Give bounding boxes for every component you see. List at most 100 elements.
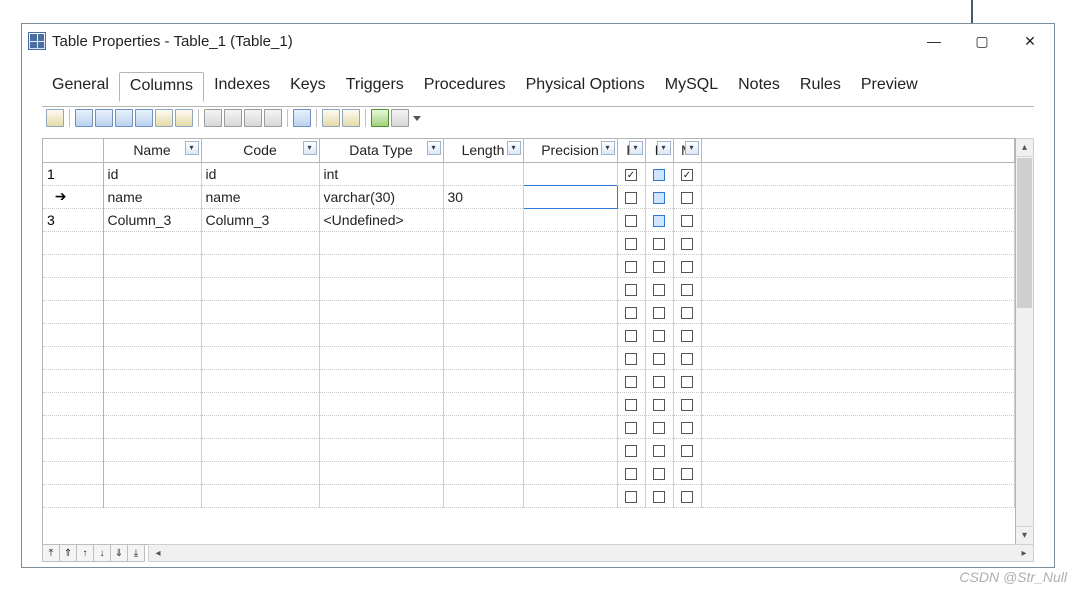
row-header[interactable] [43,369,103,392]
cell-precision[interactable] [523,162,617,185]
checkbox[interactable] [681,399,693,411]
checkbox[interactable] [625,422,637,434]
cell-code[interactable]: id [201,162,319,185]
dropdown-icon[interactable]: ▾ [657,141,671,155]
checkbox[interactable] [681,284,693,296]
row-header[interactable] [43,300,103,323]
explore-icon[interactable] [175,109,193,127]
checkbox[interactable] [625,445,637,457]
checkbox[interactable] [653,284,665,296]
checkbox[interactable] [653,261,665,273]
col-datatype-header[interactable]: Data Type▾ [319,139,443,162]
cell-m[interactable] [673,185,701,208]
excel-export-icon[interactable] [371,109,389,127]
cell-m[interactable] [673,162,701,185]
dropdown-icon[interactable]: ▾ [601,141,615,155]
dropdown-icon[interactable]: ▾ [685,141,699,155]
cell-p[interactable] [617,208,645,231]
scroll-up-icon[interactable]: ▴ [1016,139,1033,157]
col-code-header[interactable]: Code▾ [201,139,319,162]
row-header[interactable] [43,277,103,300]
cell-name[interactable]: Column_3 [103,208,201,231]
row-header[interactable] [43,438,103,461]
cell-precision[interactable] [523,185,617,208]
cell-m[interactable] [673,208,701,231]
table-row-empty[interactable] [43,484,1015,507]
row-header[interactable] [43,254,103,277]
checkbox[interactable] [625,169,637,181]
custom-filter-icon[interactable] [342,109,360,127]
checkbox[interactable] [625,468,637,480]
table-row-empty[interactable] [43,346,1015,369]
tab-procedures[interactable]: Procedures [414,72,516,102]
dropdown-icon[interactable]: ▾ [303,141,317,155]
checkbox[interactable] [625,353,637,365]
checkbox[interactable] [653,238,665,250]
cell-length[interactable] [443,162,523,185]
first-row-button[interactable]: ⤒ [42,544,60,562]
checkbox[interactable] [653,468,665,480]
insert-row-icon[interactable] [75,109,93,127]
cell-p[interactable] [617,162,645,185]
print-icon[interactable] [391,109,409,127]
tab-indexes[interactable]: Indexes [204,72,280,102]
table-row[interactable]: 1ididint [43,162,1015,185]
tab-general[interactable]: General [42,72,119,102]
table-row-empty[interactable] [43,277,1015,300]
checkbox[interactable] [681,238,693,250]
checkbox[interactable] [625,330,637,342]
columns-grid[interactable]: Name▾ Code▾ Data Type▾ Length▾ Precision… [42,138,1016,545]
filter-icon[interactable] [322,109,340,127]
row-header[interactable] [43,484,103,507]
cell-code[interactable]: Column_3 [201,208,319,231]
grid-corner[interactable] [43,139,103,162]
table-row[interactable]: 3Column_3Column_3<Undefined> [43,208,1015,231]
checkbox[interactable] [681,468,693,480]
table-row-empty[interactable] [43,392,1015,415]
paste-icon[interactable] [244,109,262,127]
row-header[interactable] [43,392,103,415]
cell-datatype[interactable]: varchar(30) [319,185,443,208]
row-header[interactable] [43,346,103,369]
tab-mysql[interactable]: MySQL [655,72,728,102]
cell-precision[interactable] [523,208,617,231]
vertical-scrollbar[interactable]: ▴ ▾ [1016,138,1034,545]
tab-triggers[interactable]: Triggers [336,72,414,102]
folder-icon[interactable] [155,109,173,127]
tab-rules[interactable]: Rules [790,72,851,102]
checkbox[interactable] [681,353,693,365]
row-up-button[interactable]: ↑ [76,544,94,562]
checkbox[interactable] [625,261,637,273]
col-precision-header[interactable]: Precision▾ [523,139,617,162]
cut-icon[interactable] [204,109,222,127]
checkbox[interactable] [653,353,665,365]
properties-icon[interactable] [46,109,64,127]
checkbox[interactable] [681,261,693,273]
scroll-right-icon[interactable]: ▸ [1015,548,1033,559]
table-row-empty[interactable] [43,231,1015,254]
checkbox[interactable] [681,307,693,319]
cell-length[interactable]: 30 [443,185,523,208]
checkbox[interactable] [653,169,665,181]
checkbox[interactable] [653,307,665,319]
cell-f[interactable] [645,208,673,231]
table-row-empty[interactable] [43,323,1015,346]
table-row-empty[interactable] [43,254,1015,277]
checkbox[interactable] [653,330,665,342]
row-header[interactable]: 3 [43,208,103,231]
checkbox[interactable] [681,422,693,434]
scroll-track[interactable] [1016,309,1033,526]
dropdown-icon[interactable]: ▾ [629,141,643,155]
checkbox[interactable] [625,307,637,319]
add-row-icon[interactable] [95,109,113,127]
checkbox[interactable] [681,192,693,204]
horizontal-scrollbar[interactable]: ◂ ▸ [148,544,1034,562]
checkbox[interactable] [681,445,693,457]
tab-notes[interactable]: Notes [728,72,790,102]
table-row-empty[interactable] [43,369,1015,392]
row-header[interactable] [43,231,103,254]
checkbox[interactable] [653,422,665,434]
minimize-button[interactable]: — [910,24,958,58]
checkbox[interactable] [625,215,637,227]
find-icon[interactable] [293,109,311,127]
